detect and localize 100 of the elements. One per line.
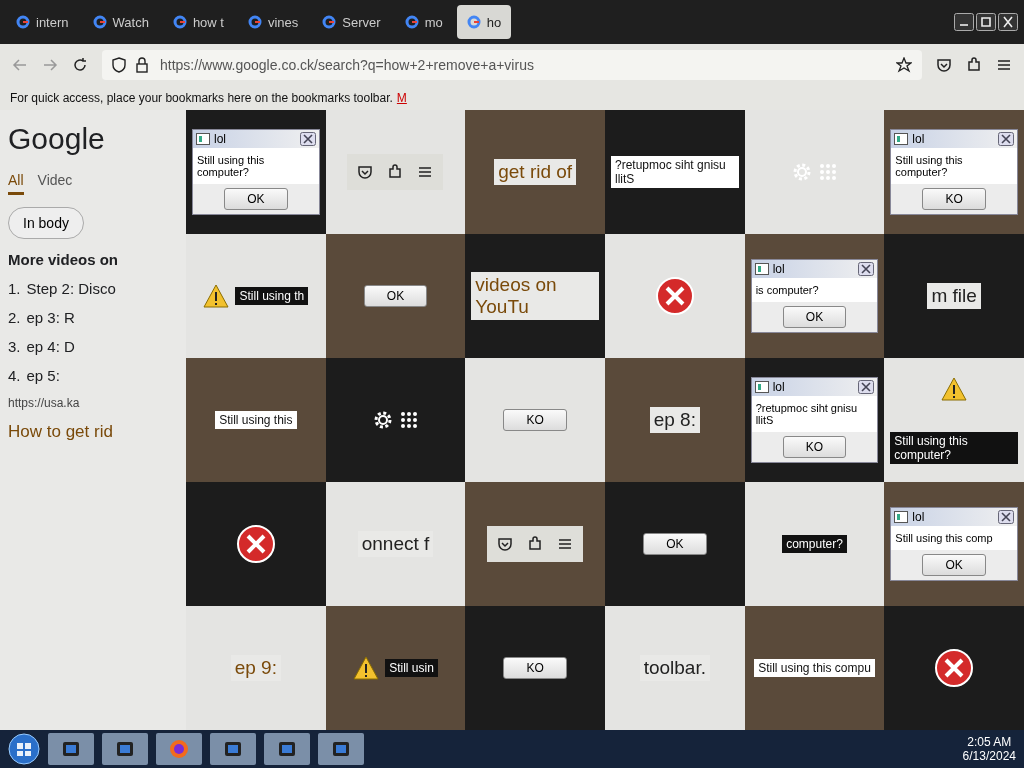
- dialog-title: lol: [912, 510, 926, 524]
- close-icon[interactable]: [998, 510, 1014, 524]
- error-icon: [934, 648, 975, 688]
- favicon-icon: [172, 15, 187, 29]
- pocket-icon[interactable]: [936, 57, 952, 73]
- maximize-icon[interactable]: [976, 13, 996, 31]
- browser-tab[interactable]: intern: [6, 5, 79, 39]
- app-icon: [754, 381, 769, 393]
- close-icon[interactable]: [299, 132, 316, 146]
- star-icon[interactable]: [896, 57, 912, 73]
- section-heading: More videos on: [8, 251, 120, 268]
- bookmarks-link[interactable]: M: [396, 91, 407, 105]
- extension-icon[interactable]: [527, 536, 544, 552]
- ok-button[interactable]: OK: [922, 554, 986, 576]
- browser-tab[interactable]: how t: [162, 5, 234, 39]
- menu-icon[interactable]: [557, 536, 574, 552]
- close-icon[interactable]: [998, 13, 1018, 31]
- taskbar-app-icon[interactable]: [318, 733, 364, 765]
- close-icon[interactable]: [858, 380, 875, 394]
- ok-button[interactable]: KO: [782, 436, 847, 458]
- browser-tab[interactable]: ho: [456, 5, 512, 39]
- dialog-message: ?retupmoc siht gnisu llitS: [751, 396, 878, 432]
- ok-button[interactable]: KO: [503, 657, 567, 679]
- favicon-icon: [247, 15, 262, 29]
- extension-icon[interactable]: [387, 164, 404, 180]
- clock-time: 2:05 AM: [967, 735, 1012, 749]
- result-url: https://usa.ka: [8, 396, 81, 410]
- message-text: Still usin: [385, 659, 438, 677]
- apps-grid-icon[interactable]: [400, 411, 419, 429]
- page-text: ep 9:: [230, 655, 281, 681]
- message-text: computer?: [782, 535, 847, 553]
- minimize-icon[interactable]: [954, 13, 974, 31]
- address-bar[interactable]: https://www.google.co.ck/search?q=how+2+remove+a+virus: [102, 50, 922, 80]
- taskbar-app-icon[interactable]: [210, 733, 256, 765]
- pocket-icon[interactable]: [357, 164, 374, 180]
- list-number: 3.: [8, 338, 21, 355]
- search-logo: Google: [8, 122, 106, 156]
- ok-button[interactable]: OK: [643, 533, 707, 555]
- ok-button[interactable]: OK: [782, 306, 847, 328]
- shield-icon[interactable]: [112, 57, 126, 73]
- taskbar-app-icon[interactable]: [102, 733, 148, 765]
- message-text: Still using this compu: [754, 659, 875, 677]
- filter-chip[interactable]: In body: [8, 207, 84, 239]
- list-number: 2.: [8, 309, 21, 326]
- dialog-title: lol: [214, 132, 227, 146]
- favicon-icon: [16, 15, 30, 29]
- page-text: onnect f: [357, 531, 434, 557]
- favicon-icon: [404, 15, 419, 29]
- error-icon: [235, 524, 276, 564]
- app-icon: [894, 511, 909, 523]
- list-item[interactable]: Step 2: Disco: [26, 280, 116, 297]
- menu-icon[interactable]: [996, 57, 1012, 73]
- message-text: ?retupmoc siht gnisu llitS: [611, 156, 739, 188]
- extension-icon[interactable]: [966, 57, 982, 73]
- dialog-message: is computer?: [751, 278, 878, 302]
- menu-icon[interactable]: [417, 164, 434, 180]
- warning-icon: [203, 284, 230, 308]
- app-icon: [754, 263, 769, 275]
- dialog-message: Still using this computer?: [891, 148, 1017, 184]
- search-tab[interactable]: Videc: [37, 168, 73, 195]
- browser-tab[interactable]: mo: [394, 5, 453, 39]
- taskbar-app-icon[interactable]: [264, 733, 310, 765]
- dialog-title: lol: [772, 380, 786, 394]
- browser-tab[interactable]: Watch: [82, 5, 159, 39]
- dialog-message: Still using this computer?: [193, 148, 319, 184]
- ok-button[interactable]: OK: [363, 285, 428, 307]
- page-text: ep 8:: [649, 407, 700, 433]
- message-text: Still using this computer?: [890, 431, 1018, 464]
- close-icon[interactable]: [858, 262, 875, 276]
- result-title[interactable]: How to get rid: [8, 422, 178, 442]
- warning-icon: [941, 376, 968, 401]
- close-icon[interactable]: [998, 132, 1014, 146]
- list-number: 1.: [8, 280, 21, 297]
- app-icon: [894, 133, 909, 145]
- favicon-icon: [92, 15, 107, 29]
- list-item[interactable]: ep 4: D: [26, 338, 75, 355]
- list-item[interactable]: ep 5:: [26, 367, 60, 384]
- page-text: toolbar.: [639, 655, 710, 681]
- message-text: Still using this: [215, 411, 297, 429]
- list-item[interactable]: ep 3: R: [26, 309, 75, 326]
- ok-button[interactable]: OK: [224, 188, 288, 210]
- lock-icon: [136, 57, 148, 73]
- reload-icon[interactable]: [72, 57, 88, 73]
- page-text: videos on YouTu: [471, 272, 599, 320]
- warning-icon: [353, 656, 380, 680]
- browser-tab[interactable]: Server: [312, 5, 391, 39]
- page-text: m file: [927, 283, 981, 309]
- page-text: get rid of: [494, 159, 577, 185]
- ok-button[interactable]: KO: [503, 409, 567, 431]
- start-button[interactable]: [8, 733, 40, 765]
- browser-tab[interactable]: vines: [237, 5, 309, 39]
- bookmarks-hint: For quick access, place your bookmarks here on the bookmarks toolbar.: [10, 91, 393, 105]
- search-tab[interactable]: All: [8, 168, 24, 195]
- dialog-title: lol: [772, 262, 786, 276]
- pocket-icon[interactable]: [497, 536, 514, 552]
- list-number: 4.: [8, 367, 21, 384]
- taskbar-app-icon[interactable]: [48, 733, 94, 765]
- dialog-message: Still using this comp: [891, 526, 1017, 550]
- ok-button[interactable]: KO: [922, 188, 986, 210]
- favicon-icon: [466, 15, 481, 29]
